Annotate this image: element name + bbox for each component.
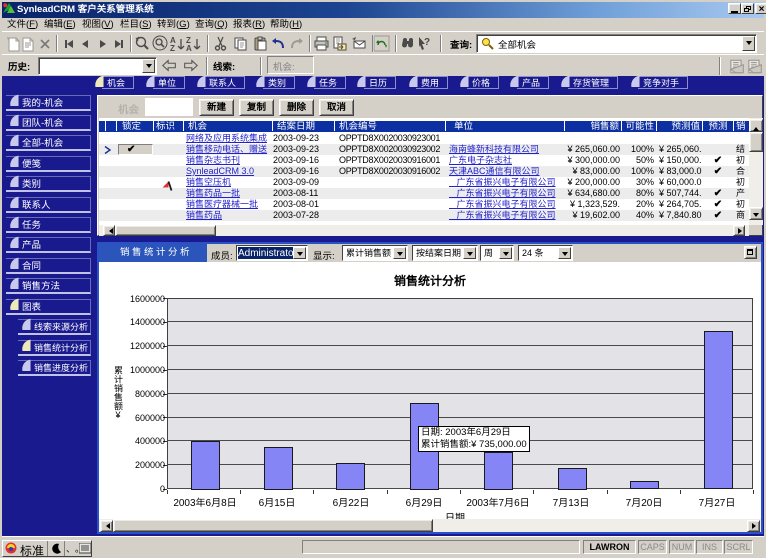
svg-text:A: A bbox=[186, 44, 192, 52]
svg-text:Z: Z bbox=[170, 44, 175, 52]
svg-text:?: ? bbox=[424, 37, 430, 48]
